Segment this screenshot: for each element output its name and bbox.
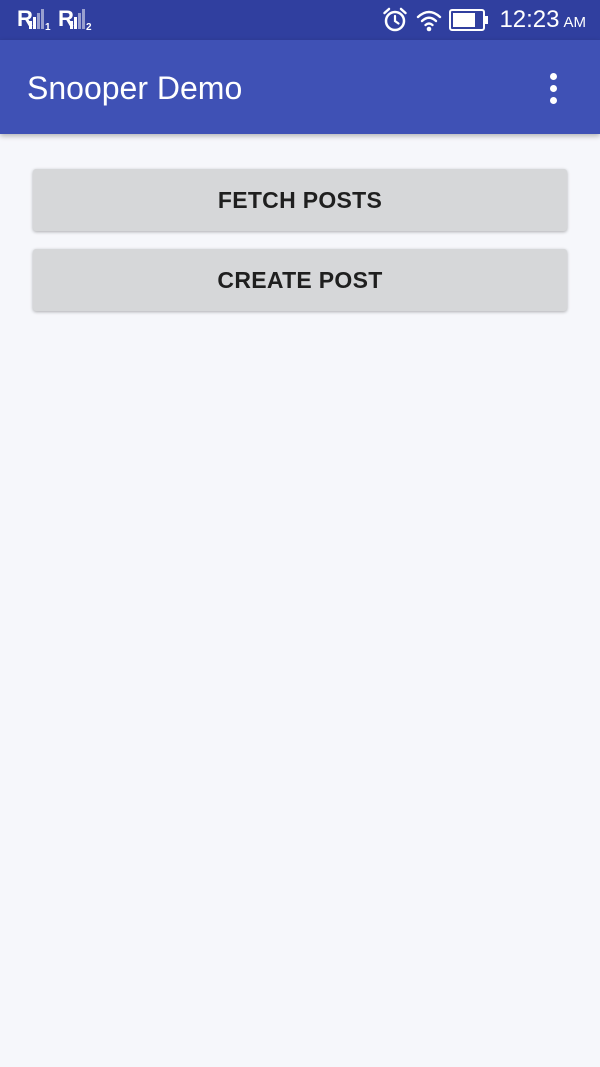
fetch-posts-button[interactable]: FETCH POSTS	[33, 169, 567, 231]
status-bar: R 1 R 2 12:23 AM	[0, 0, 600, 40]
signal-icon	[70, 9, 86, 29]
sim1-slot-number: 1	[45, 22, 51, 33]
create-post-button[interactable]: CREATE POST	[33, 249, 567, 311]
status-clock: 12:23 AM	[499, 6, 586, 37]
app-bar: Snooper Demo	[0, 40, 600, 134]
alarm-icon	[383, 7, 407, 32]
wifi-icon	[416, 10, 442, 32]
sim2-slot-number: 2	[86, 22, 92, 33]
signal-icon	[29, 9, 45, 29]
clock-time: 12:23	[499, 6, 560, 33]
main-content: FETCH POSTS CREATE POST	[0, 134, 600, 1067]
battery-icon	[449, 9, 488, 31]
app-title: Snooper Demo	[27, 70, 243, 106]
clock-ampm: AM	[563, 14, 587, 31]
more-vert-icon[interactable]	[532, 68, 580, 108]
